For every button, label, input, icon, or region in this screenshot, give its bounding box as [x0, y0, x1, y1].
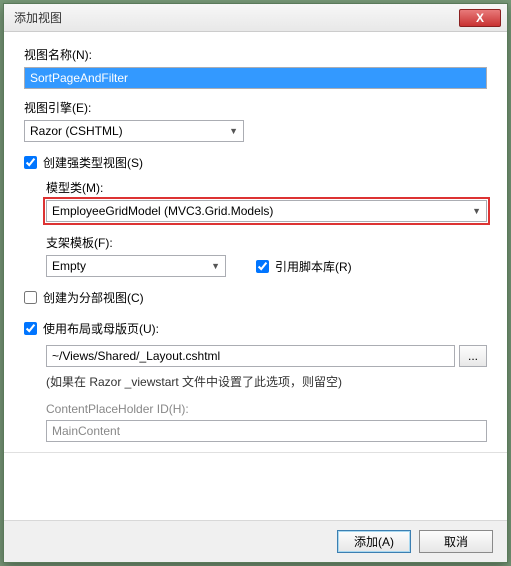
strongly-typed-label: 创建强类型视图(S)	[43, 154, 143, 171]
browse-button[interactable]: ...	[459, 345, 487, 367]
use-layout-label: 使用布局或母版页(U):	[43, 320, 159, 337]
partial-view-label: 创建为分部视图(C)	[43, 289, 144, 306]
view-engine-combo[interactable]: Razor (CSHTML) ▼	[24, 120, 244, 142]
dialog-window: 添加视图 X 视图名称(N): 视图引擎(E): Razor (CSHTML) …	[3, 3, 508, 563]
ellipsis-icon: ...	[468, 349, 478, 363]
scaffold-label: 支架模板(F):	[46, 234, 487, 251]
use-layout-checkbox[interactable]	[24, 322, 37, 335]
model-class-value: EmployeeGridModel (MVC3.Grid.Models)	[52, 204, 273, 218]
strongly-typed-checkbox[interactable]	[24, 156, 37, 169]
model-class-label: 模型类(M):	[46, 179, 487, 196]
close-icon: X	[476, 11, 484, 25]
titlebar: 添加视图 X	[4, 4, 507, 32]
dialog-title: 添加视图	[14, 9, 459, 26]
view-name-label: 视图名称(N):	[24, 46, 487, 63]
dialog-content: 视图名称(N): 视图引擎(E): Razor (CSHTML) ▼ 创建强类型…	[4, 32, 507, 463]
close-button[interactable]: X	[459, 9, 501, 27]
layout-hint: (如果在 Razor _viewstart 文件中设置了此选项，则留空)	[46, 373, 487, 390]
ref-script-lib-label: 引用脚本库(R)	[275, 258, 352, 275]
model-class-combo[interactable]: EmployeeGridModel (MVC3.Grid.Models) ▼	[46, 200, 487, 222]
layout-path-input[interactable]	[46, 345, 455, 367]
scaffold-combo[interactable]: Empty ▼	[46, 255, 226, 277]
view-engine-value: Razor (CSHTML)	[30, 124, 123, 138]
chevron-down-icon: ▼	[229, 126, 238, 136]
scaffold-value: Empty	[52, 259, 86, 273]
dialog-footer: 添加(A) 取消	[4, 520, 507, 562]
view-name-input[interactable]	[24, 67, 487, 89]
cph-input	[46, 420, 487, 442]
add-button[interactable]: 添加(A)	[337, 530, 411, 553]
model-class-highlight: EmployeeGridModel (MVC3.Grid.Models) ▼	[43, 197, 490, 225]
chevron-down-icon: ▼	[472, 206, 481, 216]
chevron-down-icon: ▼	[211, 261, 220, 271]
cancel-button[interactable]: 取消	[419, 530, 493, 553]
separator	[4, 452, 507, 453]
partial-view-checkbox[interactable]	[24, 291, 37, 304]
ref-script-lib-checkbox[interactable]	[256, 260, 269, 273]
cph-label: ContentPlaceHolder ID(H):	[46, 402, 487, 416]
view-engine-label: 视图引擎(E):	[24, 99, 487, 116]
